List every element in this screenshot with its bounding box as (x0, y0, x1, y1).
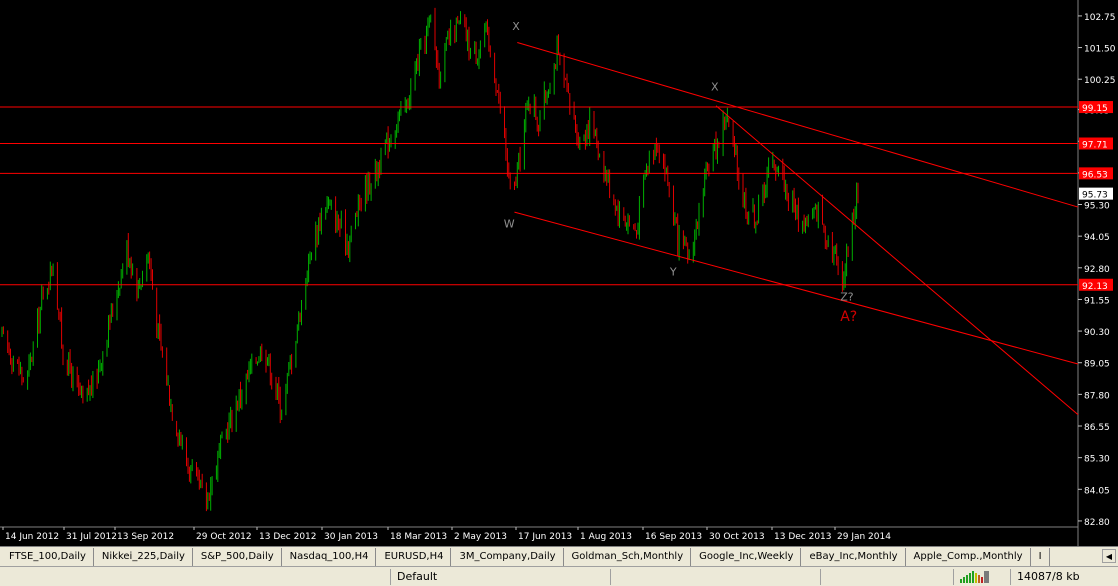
connection-bars-icon (960, 571, 989, 583)
price-tick-label: 82.80 (1084, 518, 1110, 528)
price-tick-label: 90.30 (1084, 328, 1110, 338)
level-price-label: 96.53 (1082, 170, 1108, 180)
level-price-label: 97.71 (1082, 141, 1108, 151)
time-tick-label: 31 Jul 2012 (66, 532, 117, 542)
tab-apple[interactable]: Apple_Comp.,Monthly (906, 547, 1031, 566)
level-price-label: 92.13 (1082, 282, 1108, 292)
tab-truncated[interactable]: I (1031, 547, 1050, 566)
tab-scroll-left-icon[interactable]: ◀ (1102, 549, 1116, 563)
status-separator (820, 569, 821, 585)
price-tick-label: 89.05 (1084, 360, 1110, 370)
tab-goldman[interactable]: Goldman_Sch,Monthly (564, 547, 692, 566)
status-separator (390, 569, 391, 585)
tab-nasdaq-100[interactable]: Nasdaq_100,H4 (282, 547, 377, 566)
time-tick-label: 29 Oct 2012 (196, 532, 252, 542)
status-bar: Default 14087/8 kb (0, 566, 1118, 586)
time-tick-label: 16 Sep 2013 (645, 532, 702, 542)
price-tick-label: 84.05 (1084, 486, 1110, 496)
price-chart[interactable]: 102.75101.50100.2599.0597.8096.5595.3094… (0, 0, 1118, 546)
time-tick-label: 18 Mar 2013 (390, 532, 447, 542)
time-tick-label: 13 Sep 2012 (117, 532, 174, 542)
status-separator (953, 569, 954, 585)
wave-label: Z? (840, 291, 854, 304)
price-tick-label: 102.75 (1084, 13, 1116, 23)
status-traffic: 14087/8 kb (1017, 570, 1080, 583)
time-tick-label: 13 Dec 2012 (259, 532, 317, 542)
time-tick-label: 30 Oct 2013 (709, 532, 765, 542)
trend-line (514, 211, 1079, 365)
trend-line (517, 42, 1079, 208)
symbol-tab-bar: FTSE_100,Daily Nikkei_225,Daily S&P_500,… (0, 546, 1118, 566)
tab-sp-500[interactable]: S&P_500,Daily (193, 547, 282, 566)
time-tick-label: 30 Jan 2013 (324, 532, 378, 542)
price-tick-label: 85.30 (1084, 455, 1110, 465)
level-price-label: 99.15 (1082, 104, 1108, 114)
price-tick-label: 92.80 (1084, 265, 1110, 275)
tab-ftse-100[interactable]: FTSE_100,Daily (0, 547, 94, 566)
tab-nikkei-225[interactable]: Nikkei_225,Daily (94, 547, 193, 566)
wave-label: Y (669, 265, 677, 278)
time-tick-label: 17 Jun 2013 (518, 532, 572, 542)
status-profile: Default (397, 570, 438, 583)
price-tick-label: 91.55 (1084, 296, 1110, 306)
tab-ebay[interactable]: eBay_Inc,Monthly (801, 547, 906, 566)
status-separator (610, 569, 611, 585)
wave-label: X (512, 20, 520, 33)
trend-line (715, 105, 1079, 415)
status-separator (1010, 569, 1011, 585)
price-tick-label: 94.05 (1084, 233, 1110, 243)
current-price-label: 95.73 (1082, 191, 1108, 201)
price-tick-label: 101.50 (1084, 45, 1116, 55)
tab-eurusd[interactable]: EURUSD,H4 (376, 547, 452, 566)
wave-label: W (504, 217, 515, 230)
time-tick-label: 14 Jun 2012 (5, 532, 59, 542)
price-tick-label: 95.30 (1084, 202, 1110, 212)
wave-label: A? (840, 309, 857, 325)
tab-google[interactable]: Google_Inc,Weekly (691, 547, 802, 566)
tab-3m-company[interactable]: 3M_Company,Daily (451, 547, 564, 566)
time-tick-label: 1 Aug 2013 (580, 532, 632, 542)
wave-label: X (711, 81, 719, 94)
price-tick-label: 100.25 (1084, 76, 1116, 86)
time-tick-label: 13 Dec 2013 (774, 532, 832, 542)
price-tick-label: 86.55 (1084, 423, 1110, 433)
time-tick-label: 29 Jan 2014 (837, 532, 891, 542)
time-tick-label: 2 May 2013 (454, 532, 507, 542)
chart-canvas[interactable]: 102.75101.50100.2599.0597.8096.5595.3094… (0, 0, 1118, 546)
price-tick-label: 87.80 (1084, 391, 1110, 401)
